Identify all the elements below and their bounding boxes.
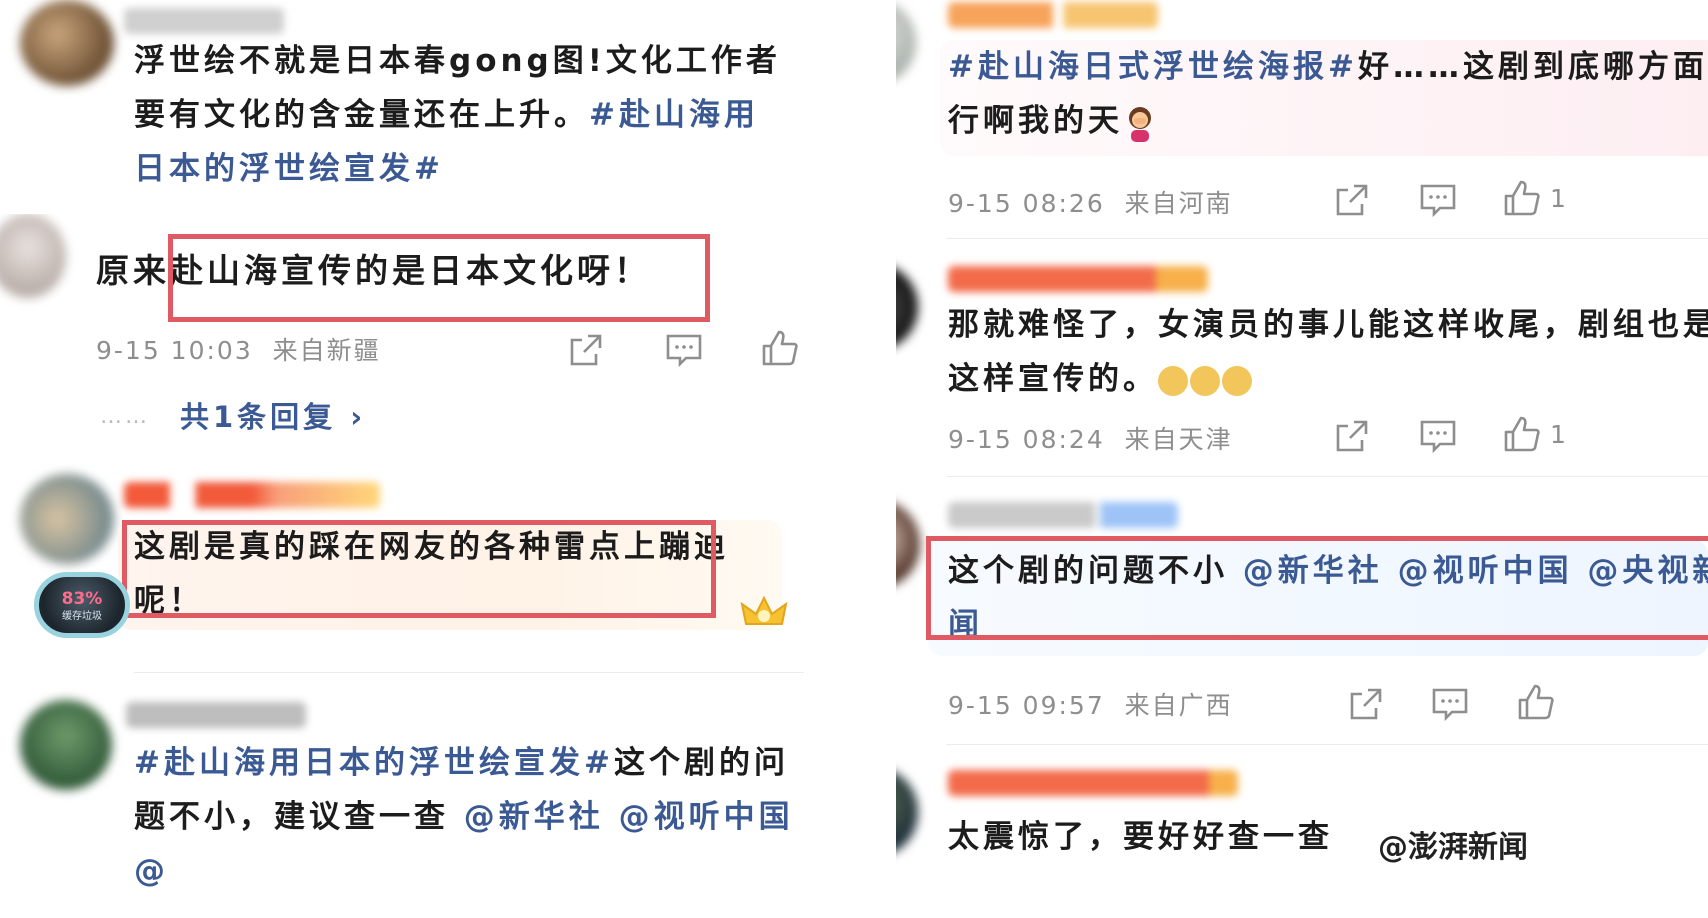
- username-blurred[interactable]: [124, 482, 380, 508]
- timestamp: 9-15 09:57: [948, 691, 1105, 720]
- comment-item: 这剧是真的踩在网友的各种雷点上蹦迪呢！ 83% 缓存垃圾: [0, 464, 880, 668]
- avatar[interactable]: [896, 0, 916, 84]
- divider: [946, 744, 1708, 745]
- share-icon[interactable]: [1346, 684, 1386, 724]
- share-icon[interactable]: [566, 330, 606, 370]
- comment-text: #赴山海日式浮世绘海报#好……这剧到底哪方面行啊我的天: [948, 40, 1708, 148]
- divider: [946, 476, 1708, 477]
- timestamp: 9-15 10:03: [96, 336, 253, 365]
- like-count: 1: [1550, 420, 1568, 449]
- cache-cleaner-badge[interactable]: 83% 缓存垃圾: [34, 572, 130, 638]
- timestamp: 9-15 08:24: [948, 425, 1105, 454]
- avatar[interactable]: [20, 0, 114, 86]
- avatar[interactable]: [20, 700, 112, 790]
- location: 来自天津: [1124, 425, 1233, 454]
- comment-item: #赴山海用日本的浮世绘宣发#这个剧的问题不小，建议查一查 @新华社 @视听中国 …: [0, 680, 880, 918]
- panel-gap: [880, 0, 896, 918]
- comment-body-highlighted: 赴山海宣传的是日本文化呀！: [170, 251, 651, 290]
- comment-item: 太震惊了，要好好查一查 @澎湃新闻: [896, 746, 1708, 918]
- badge-percent: 83%: [61, 589, 103, 609]
- facepalm-emoji: [1129, 106, 1151, 142]
- left-screenshot-panel: 浮世绘不就是日本春gong图!文化工作者要有文化的含金量还在上升。#赴山海用日本…: [0, 0, 880, 918]
- comment-text: #赴山海用日本的浮世绘宣发#这个剧的问题不小，建议查一查 @新华社 @视听中国 …: [134, 736, 794, 898]
- comment-text: 这个剧的问题不小 @新华社 @视听中国 @央视新闻: [948, 544, 1708, 652]
- comment-item: 浮世绘不就是日本春gong图!文化工作者要有文化的含金量还在上升。#赴山海用日本…: [0, 0, 880, 212]
- comment-icon[interactable]: [664, 330, 704, 370]
- comment-text: 那就难怪了，女演员的事儿能这样收尾，剧组也是这样宣传的。: [948, 298, 1708, 406]
- share-icon[interactable]: [1332, 416, 1372, 456]
- comment-item: #赴山海日式浮世绘海报#好……这剧到底哪方面行啊我的天 9-15 08:26 来…: [896, 0, 1708, 238]
- like-icon[interactable]: [1516, 682, 1556, 722]
- location: 来自河南: [1124, 189, 1233, 218]
- comment-body: 这个剧的问题不小: [948, 553, 1228, 589]
- comment-meta: 9-15 08:26 来自河南: [948, 184, 1233, 220]
- doge-emoji: [1158, 365, 1188, 396]
- comment-icon[interactable]: [1418, 416, 1458, 456]
- badge-label: 缓存垃圾: [62, 611, 102, 622]
- share-icon[interactable]: [1332, 180, 1372, 220]
- like-count: 1: [1550, 184, 1568, 213]
- avatar[interactable]: [0, 214, 66, 298]
- username-blurred[interactable]: [126, 702, 306, 728]
- comment-text: 浮世绘不就是日本春gong图!文化工作者要有文化的含金量还在上升。#赴山海用日本…: [134, 34, 784, 196]
- location: 来自新疆: [272, 336, 381, 365]
- comment-item: 那就难怪了，女演员的事儿能这样收尾，剧组也是这样宣传的。 9-15 08:24 …: [896, 240, 1708, 476]
- doge-emoji: [1222, 365, 1252, 396]
- doge-emoji: [1190, 365, 1220, 396]
- comment-text: 这剧是真的踩在网友的各种雷点上蹦迪呢！: [134, 529, 729, 619]
- divider: [946, 238, 1708, 239]
- crown-icon: [738, 594, 790, 640]
- location: 来自广西: [1124, 691, 1233, 720]
- avatar[interactable]: [896, 500, 920, 588]
- timestamp: 9-15 08:26: [948, 189, 1105, 218]
- username-blurred[interactable]: [948, 2, 1158, 28]
- comment-icon[interactable]: [1430, 684, 1470, 724]
- divider: [134, 672, 804, 673]
- hashtag-link[interactable]: #赴山海日式浮世绘海报#: [948, 49, 1358, 85]
- comment-meta: 9-15 08:24 来自天津: [948, 420, 1233, 456]
- comment-meta: 9-15 10:03 来自新疆: [96, 331, 381, 367]
- username-blurred[interactable]: [948, 266, 1208, 292]
- comment-item: 这个剧的问题不小 @新华社 @视听中国 @央视新闻 9-15 09:57 来自广…: [896, 478, 1708, 744]
- hashtag-link[interactable]: #赴山海用日本的浮世绘宣发#: [134, 745, 614, 781]
- like-icon[interactable]: [1502, 414, 1542, 454]
- comment-text: 原来赴山海宣传的是日本文化呀！: [96, 244, 856, 298]
- comment-meta: 9-15 09:57 来自广西: [948, 686, 1233, 722]
- view-replies-link[interactable]: 共1条回复 ›: [180, 394, 366, 436]
- username-blurred[interactable]: [124, 8, 284, 34]
- comment-icon[interactable]: [1418, 180, 1458, 220]
- reply-dots: ……: [100, 404, 150, 429]
- comment-body: 原来: [96, 251, 170, 290]
- avatar[interactable]: [20, 474, 114, 564]
- like-icon[interactable]: [760, 328, 800, 368]
- comment-item: 原来赴山海宣传的是日本文化呀！ 9-15 10:03 来自新疆 …… 共1条回复…: [0, 214, 880, 462]
- like-icon[interactable]: [1502, 178, 1542, 218]
- comment-body: 那就难怪了，女演员的事儿能这样收尾，剧组也是这样宣传的。: [948, 307, 1708, 397]
- watermark: @澎湃新闻: [1378, 830, 1528, 865]
- username-blurred[interactable]: [948, 502, 1178, 528]
- right-screenshot-panel: #赴山海日式浮世绘海报#好……这剧到底哪方面行啊我的天 9-15 08:26 来…: [896, 0, 1708, 918]
- avatar[interactable]: [896, 768, 918, 856]
- username-blurred[interactable]: [948, 770, 1238, 796]
- comment-text: 太震惊了，要好好查一查: [948, 819, 1333, 855]
- avatar[interactable]: [896, 264, 918, 350]
